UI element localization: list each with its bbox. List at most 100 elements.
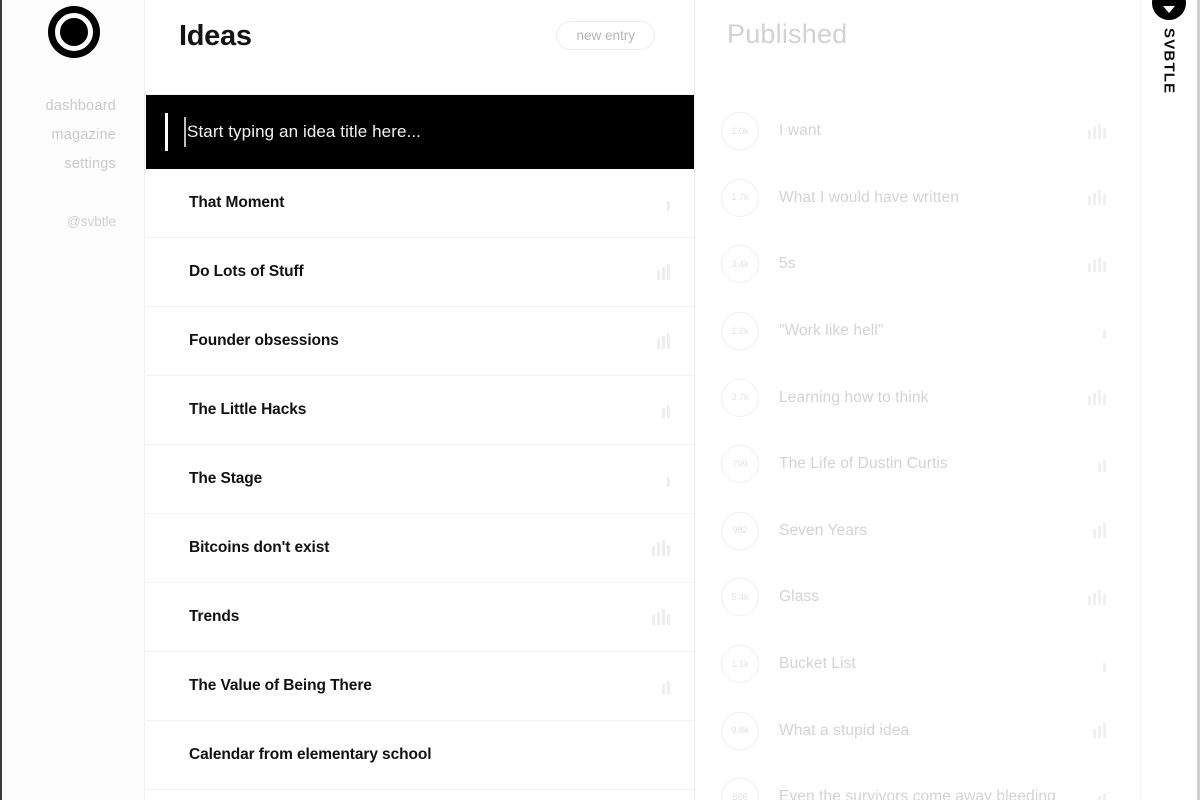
- published-kudos-meter: [1098, 457, 1106, 472]
- idea-title: Bitcoins don't exist: [189, 539, 330, 556]
- sidebar-item-settings[interactable]: settings: [2, 150, 116, 179]
- page-title: Ideas: [179, 20, 252, 52]
- sidebar-logo[interactable]: [2, 6, 145, 58]
- published-kudos-meter: [1088, 589, 1106, 605]
- idea-kudos-meter: [667, 471, 670, 487]
- idea-row[interactable]: Do Lots of Stuff: [146, 238, 694, 307]
- idea-kudos-meter: [662, 678, 670, 694]
- idea-row[interactable]: Founder obsessions: [146, 307, 694, 376]
- kudos-bar: [1103, 723, 1106, 739]
- published-kudos-meter: [1103, 657, 1106, 672]
- kudos-bar: [662, 267, 665, 280]
- kudos-bar: [657, 339, 660, 349]
- sidebar-user-handle[interactable]: @svbtle: [2, 214, 145, 229]
- published-title: What I would have written: [779, 188, 959, 206]
- idea-row[interactable]: The Stage: [146, 445, 694, 514]
- idea-title: The Little Hacks: [189, 401, 307, 418]
- ideas-header: Ideas new entry: [146, 0, 694, 95]
- kudos-bar: [667, 681, 670, 694]
- kudos-bar: [1093, 193, 1096, 206]
- kudos-bar: [1103, 662, 1106, 672]
- idea-row[interactable]: That Moment: [146, 169, 694, 238]
- published-column: Published 1.0k I want 1.7k What I would hav…: [696, 0, 1140, 800]
- idea-kudos-meter: [657, 264, 670, 280]
- kudos-bar: [657, 543, 660, 556]
- kudos-bar: [662, 684, 665, 694]
- sidebar: dashboard magazine settings @svbtle: [2, 0, 145, 800]
- idea-title-input-placeholder[interactable]: Start typing an idea title here...: [187, 95, 421, 169]
- kudos-bar: [1103, 593, 1106, 605]
- kudos-bar: [662, 336, 665, 349]
- svbtle-circle-logo-icon[interactable]: [47, 6, 100, 58]
- published-kudos-meter: [1088, 256, 1106, 272]
- kudos-bar: [667, 405, 670, 418]
- composer-accent-bar: [165, 113, 168, 151]
- kudos-count-badge: 1.2k: [721, 312, 759, 351]
- logo-inner-ring: [54, 13, 93, 51]
- published-row[interactable]: 3.7k Learning how to think: [696, 364, 1140, 431]
- idea-kudos-meter: [667, 195, 670, 211]
- idea-row[interactable]: Calendar from elementary school: [146, 721, 694, 790]
- kudos-count-badge: 1.0k: [721, 112, 759, 151]
- kudos-bar: [1088, 129, 1091, 139]
- published-row[interactable]: 1.0k I want: [696, 98, 1140, 165]
- published-row[interactable]: 1.7k What I would have written: [696, 165, 1140, 232]
- kudos-bar: [1093, 126, 1096, 139]
- kudos-bar: [1103, 194, 1106, 206]
- published-title: "Work like hell": [779, 322, 884, 340]
- idea-row[interactable]: Bitcoins don't exist: [146, 514, 694, 583]
- sidebar-item-dashboard[interactable]: dashboard: [2, 92, 116, 121]
- kudos-bar: [1098, 256, 1101, 272]
- new-entry-button[interactable]: new entry: [556, 21, 655, 50]
- idea-row[interactable]: Trends: [146, 583, 694, 652]
- published-row[interactable]: 1.2k "Work like hell": [696, 298, 1140, 365]
- published-row[interactable]: 1.1k Bucket List: [696, 631, 1140, 698]
- kudos-bar: [652, 546, 655, 556]
- caret-down-icon[interactable]: [1152, 0, 1186, 20]
- kudos-bar: [1103, 459, 1106, 472]
- kudos-bar: [1088, 396, 1091, 406]
- text-cursor: [184, 117, 186, 147]
- published-list: 1.0k I want 1.7k What I would have written 3…: [696, 98, 1140, 800]
- idea-kudos-meter: [652, 609, 670, 625]
- kudos-count-badge: 799: [721, 445, 759, 484]
- kudos-bar: [1098, 190, 1101, 206]
- kudos-count-badge: 3.4k: [721, 245, 759, 284]
- idea-composer[interactable]: Start typing an idea title here...: [146, 95, 694, 169]
- published-title: 5s: [779, 255, 796, 273]
- kudos-count-badge: 886: [721, 778, 759, 800]
- kudos-count-badge: 3.7k: [721, 378, 759, 417]
- kudos-bar: [1103, 394, 1106, 406]
- kudos-bar: [657, 270, 660, 280]
- kudos-bar: [1103, 127, 1106, 139]
- kudos-bar: [1093, 529, 1096, 539]
- idea-kudos-meter: [652, 540, 670, 556]
- idea-kudos-meter: [662, 402, 670, 418]
- published-row[interactable]: 886 Even the survivors come away bleeding: [696, 764, 1140, 800]
- kudos-bar: [1103, 792, 1106, 800]
- svbtle-brand-tab[interactable]: SVBTLE: [1140, 0, 1197, 800]
- kudos-bar: [667, 333, 670, 349]
- published-kudos-meter: [1088, 390, 1106, 406]
- idea-row[interactable]: The Value of Being There: [146, 652, 694, 721]
- published-row[interactable]: 9.8k What a stupid idea: [696, 697, 1140, 764]
- kudos-bar: [1093, 393, 1096, 406]
- published-title: Glass: [779, 588, 820, 606]
- kudos-bar: [1098, 726, 1101, 739]
- idea-title: The Stage: [189, 470, 263, 487]
- published-title: Seven Years: [779, 521, 868, 539]
- published-row[interactable]: 982 Seven Years: [696, 498, 1140, 565]
- sidebar-item-magazine[interactable]: magazine: [2, 121, 116, 150]
- published-row[interactable]: 3.4k 5s: [696, 231, 1140, 298]
- published-row[interactable]: 799 The Life of Dustin Curtis: [696, 431, 1140, 498]
- kudos-bar: [667, 545, 670, 556]
- kudos-bar: [1098, 589, 1101, 605]
- idea-title: Trends: [189, 608, 240, 625]
- published-row[interactable]: 5.4k Glass: [696, 564, 1140, 631]
- sidebar-nav: dashboard magazine settings: [2, 92, 145, 179]
- kudos-bar: [667, 614, 670, 625]
- caret-down-glyph: [1163, 6, 1175, 13]
- idea-row[interactable]: The Little Hacks: [146, 376, 694, 445]
- kudos-bar: [1098, 123, 1101, 139]
- idea-title: Do Lots of Stuff: [189, 263, 304, 280]
